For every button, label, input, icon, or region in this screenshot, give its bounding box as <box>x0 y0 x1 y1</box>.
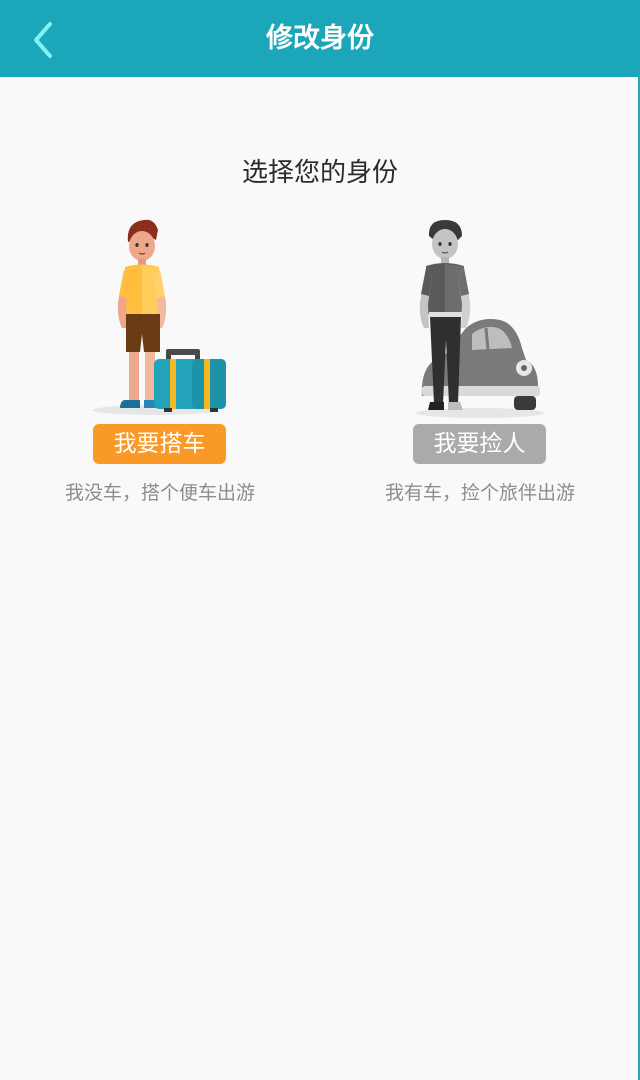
role-card-driver: 我要捡人 我有车，捡个旅伴出游 <box>360 205 600 515</box>
select-identity-heading: 选择您的身份 <box>241 158 398 188</box>
passenger-role-button[interactable]: 我要搭车 <box>93 424 226 464</box>
driver-role-description: 我有车，捡个旅伴出游 <box>384 482 575 504</box>
driver-role-button[interactable]: 我要捡人 <box>413 424 546 464</box>
role-card-passenger: 我要搭车 我没车，搭个便车出游 <box>40 205 280 515</box>
page-title: 修改身份 <box>266 23 374 54</box>
passenger-role-description: 我没车，搭个便车出游 <box>64 482 255 504</box>
driver-with-car-illustration <box>416 220 544 418</box>
top-app-bar: 修改身份 <box>0 0 640 77</box>
traveler-with-suitcase-illustration <box>93 219 226 415</box>
